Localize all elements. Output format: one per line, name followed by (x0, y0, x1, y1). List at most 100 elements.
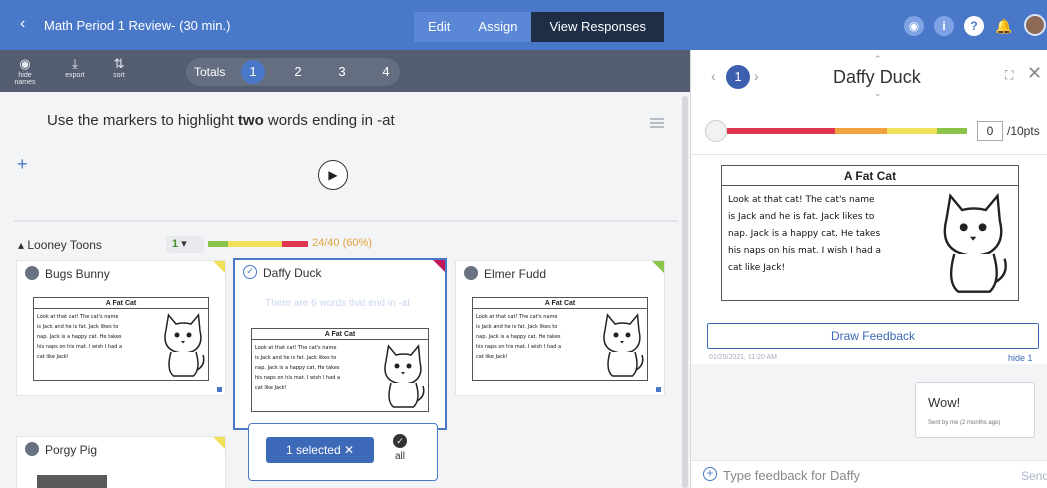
feedback-input[interactable]: Type feedback for Daffy (723, 468, 860, 483)
student-card-elmer[interactable]: Elmer Fudd A Fat Cat Look at that cat! T… (455, 260, 665, 396)
chevron-down-icon[interactable]: ⌄ (874, 88, 882, 99)
worksheet-text: Look at that cat! The cat's name is Jack … (37, 314, 123, 360)
close-icon[interactable]: ✕ (344, 443, 354, 457)
select-all-label: all (394, 451, 405, 462)
student-card-daffy[interactable]: ✓ Daffy Duck There are 6 words that end … (233, 258, 447, 430)
totals-button[interactable]: Totals (194, 65, 225, 79)
flag-icon (433, 260, 445, 272)
question-3-button[interactable]: 3 (330, 60, 354, 84)
question-1-button[interactable]: 1 (241, 60, 265, 84)
feedback-text: Wow! (928, 395, 961, 410)
chevron-up-icon[interactable]: ⌃ (874, 54, 882, 65)
menu-icon[interactable] (650, 118, 664, 128)
feedback-message: Wow! Sent by me (2 months ago) (915, 382, 1035, 438)
thumbnail-preview (37, 475, 107, 488)
draw-feedback-button[interactable]: Draw Feedback (707, 323, 1039, 349)
sort-icon: ⇅ (113, 56, 125, 71)
chevron-left-icon[interactable]: ‹ (20, 15, 25, 33)
feedback-input-bar: + Type feedback for Daffy Send (691, 460, 1047, 488)
send-button[interactable]: Send (1021, 469, 1047, 483)
question-selector: Totals 1 2 3 4 (186, 58, 400, 86)
worksheet-title: A Fat Cat (34, 298, 208, 309)
chevron-right-icon[interactable]: › (754, 68, 759, 84)
worksheet-thumbnail: A Fat Cat Look at that cat! The cat's na… (251, 328, 429, 412)
add-icon[interactable]: + (17, 154, 28, 175)
student-card-bugs[interactable]: Bugs Bunny A Fat Cat Look at that cat! T… (16, 260, 226, 396)
avatar[interactable] (1024, 14, 1046, 36)
sort-button[interactable]: ⇅ sort (102, 56, 136, 79)
cat-illustration (384, 344, 425, 408)
question-4-button[interactable]: 4 (374, 60, 398, 84)
top-bar: ‹ Math Period 1 Review- (30 min.) Edit A… (0, 0, 1047, 50)
feedback-meta: Sent by me (2 months ago) (928, 420, 1001, 426)
question-2-button[interactable]: 2 (286, 60, 310, 84)
eye-icon[interactable]: ◉ (904, 16, 924, 36)
play-button[interactable]: ▶ (318, 160, 348, 190)
student-card-porgy[interactable]: Porgy Pig (16, 436, 226, 488)
student-name: Daffy Duck (263, 266, 322, 280)
group-selector[interactable]: 1 ▾ (166, 236, 204, 253)
lesson-title: Math Period 1 Review- (30 min.) (44, 18, 231, 33)
selection-bar: 1 selected ✕ ✓ all (248, 423, 438, 481)
group-header[interactable]: ▴ Looney Toons (18, 238, 102, 252)
worksheet-title: A Fat Cat (252, 329, 428, 340)
hide-names-button[interactable]: ◉ hide names (8, 56, 42, 86)
points-input[interactable]: 0 (977, 121, 1003, 141)
student-detail-panel: ‹ 1 › ⌃ Daffy Duck ⌄ ⛶ ✕ 0 /10pts A Fat … (690, 50, 1047, 488)
select-all-button[interactable]: ✓ all (390, 434, 410, 462)
question-prompt: Use the markers to highlight two words e… (47, 112, 395, 129)
student-icon (25, 266, 39, 280)
app-root: ‹ Math Period 1 Review- (30 min.) Edit A… (0, 0, 1047, 488)
sort-label: sort (113, 72, 125, 79)
bell-icon[interactable]: 🔔 (994, 16, 1014, 36)
typed-response: There are 6 words that end in -at (265, 298, 411, 309)
worksheet-thumbnail: A Fat Cat Look at that cat! The cat's na… (33, 297, 209, 381)
chevron-left-icon[interactable]: ‹ (711, 68, 716, 84)
cat-illustration (603, 313, 644, 377)
group-score-bar (208, 241, 308, 247)
hide-names-label: hide names (14, 72, 36, 86)
worksheet-thumbnail: A Fat Cat Look at that cat! The cat's na… (472, 297, 648, 381)
student-icon (25, 442, 39, 456)
chevron-down-icon: ▾ (181, 238, 187, 250)
flag-icon (213, 437, 225, 449)
expand-icon[interactable]: ⛶ (1005, 68, 1013, 83)
question-badge: 1 (726, 65, 750, 89)
close-icon[interactable]: ✕ (1027, 63, 1042, 84)
corner-marker (217, 387, 222, 392)
hide-names-icon: ◉ (19, 56, 31, 71)
tab-assign[interactable]: Assign (464, 12, 532, 42)
divider (14, 220, 678, 222)
worksheet-response: A Fat Cat Look at that cat! The cat's na… (721, 165, 1019, 301)
points-label: /10pts (1007, 124, 1040, 138)
hide-button[interactable]: hide 1 (1008, 353, 1033, 363)
score-slider-track[interactable] (727, 128, 967, 134)
flag-icon (652, 261, 664, 273)
group-selector-value: 1 (172, 238, 179, 250)
student-name: Bugs Bunny (45, 267, 110, 281)
question-text-end: words ending in -at (263, 112, 395, 129)
selected-label: 1 selected (285, 443, 341, 457)
tab-view-responses[interactable]: View Responses (531, 12, 665, 42)
question-emphasis: two (237, 112, 264, 129)
add-feedback-icon[interactable]: + (703, 467, 717, 481)
export-button[interactable]: ⤓ export (58, 56, 92, 79)
score-slider-handle[interactable] (705, 120, 727, 142)
info-icon[interactable]: i (934, 16, 954, 36)
worksheet-text: Look at that cat! The cat's name is Jack … (476, 314, 562, 360)
feedback-thread: Wow! Sent by me (2 months ago) (691, 364, 1047, 460)
help-icon[interactable]: ? (964, 16, 984, 36)
worksheet-title: A Fat Cat (722, 166, 1018, 186)
cat-illustration (943, 192, 1007, 293)
divider (691, 154, 1047, 155)
flag-icon (213, 261, 225, 273)
worksheet-text: Look at that cat! The cat's name is Jack … (255, 345, 341, 391)
mode-tabs: Edit Assign View Responses (414, 12, 665, 42)
selected-button[interactable]: 1 selected ✕ (266, 437, 374, 463)
student-name: Porgy Pig (45, 443, 98, 457)
tab-edit[interactable]: Edit (414, 12, 465, 42)
corner-marker (656, 387, 661, 392)
check-icon[interactable]: ✓ (243, 265, 257, 279)
scrollbar[interactable] (682, 96, 688, 488)
worksheet-text: Look at that cat! The cat's name is Jack … (728, 195, 882, 273)
